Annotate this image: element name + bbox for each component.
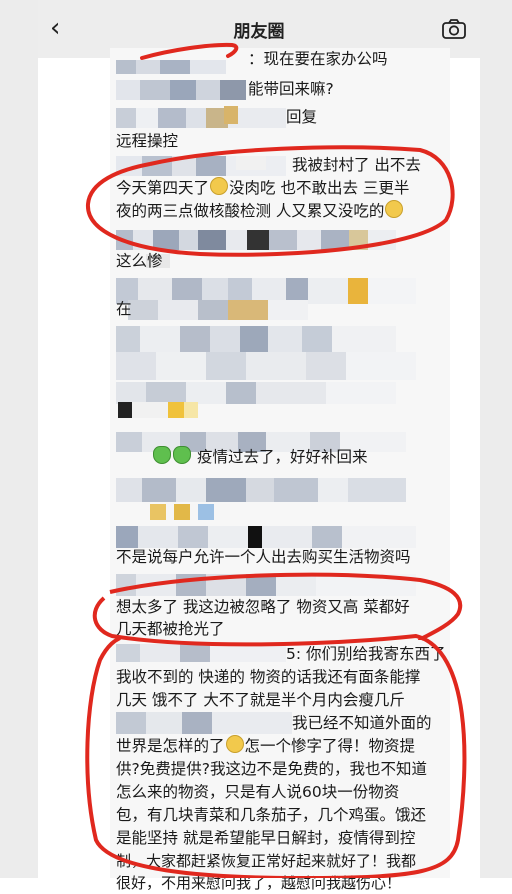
comment-text: 世界是怎样的了 怎一个惨字了得！物资提 bbox=[116, 735, 415, 757]
comment-text-part: 疫情过去了，好好补回来 bbox=[196, 448, 368, 466]
blurred-text bbox=[116, 352, 416, 380]
crying-face-icon bbox=[210, 177, 229, 195]
flexing-emoji-icon bbox=[153, 446, 171, 464]
comment-text: 在 bbox=[116, 300, 132, 318]
blurred-name bbox=[116, 712, 292, 734]
comment-text: 夜的两三点做核酸检测 人又累又没吃的 bbox=[116, 200, 404, 222]
blurred-name bbox=[116, 382, 396, 404]
comment-text-part: 没肉吃 也不敢出去 三更半 bbox=[229, 179, 410, 197]
comment-text: ：现在要在家办公吗 bbox=[248, 50, 388, 68]
blurred-name bbox=[116, 326, 396, 352]
blurred-name bbox=[116, 60, 226, 74]
comment-text: 这么惨 bbox=[116, 252, 163, 270]
blurred-name bbox=[116, 80, 246, 100]
comment-text: 包，有几块青菜和几条茄子，几个鸡蛋。饿还 bbox=[116, 806, 427, 824]
crying-face-icon bbox=[225, 735, 244, 753]
comment-text: 供?免费提供?我这边不是免费的，我也不知道 bbox=[116, 760, 427, 778]
comment-text: 能带回来嘛? bbox=[248, 80, 334, 98]
blurred-name bbox=[116, 478, 406, 502]
comment-text: 5: 你们别给我寄东西了 bbox=[286, 645, 446, 663]
comment-text: 怎么来的物资，只是有人说60块一份物资 bbox=[116, 783, 400, 801]
comment-text: 远程操控 bbox=[116, 132, 179, 150]
comment-text: 回复 bbox=[286, 108, 318, 126]
blurred-name bbox=[116, 108, 286, 128]
blurred-emoji bbox=[118, 402, 198, 418]
blurred-name bbox=[116, 526, 416, 548]
comment-text-part: 今天第四天了 bbox=[116, 179, 210, 197]
comment-text: 想太多了 我这边被忽略了 物资又高 菜都好 bbox=[116, 598, 410, 616]
comment-text: 制，大家都赶紧恢复正常好起来就好了！我都 bbox=[116, 852, 417, 870]
blurred-text bbox=[128, 300, 308, 320]
comment-text: 我收不到的 快递的 物资的话我还有面条能撑 bbox=[116, 668, 421, 686]
comment-text: 不是说每户允许一个人出去购买生活物资吗 bbox=[116, 548, 411, 566]
comment-text: 我已经不知道外面的 bbox=[292, 714, 432, 732]
blurred-name bbox=[116, 230, 397, 250]
crying-face-icon bbox=[385, 200, 404, 218]
comment-text: 几天 饿不了 大不了就是半个月内会瘦几斤 bbox=[116, 691, 405, 709]
comment-text: 很好，不用来慰问我了，越慰问我越伤心！ bbox=[116, 874, 402, 892]
comment-text-part: 夜的两三点做核酸检测 人又累又没吃的 bbox=[116, 202, 385, 220]
flexing-emoji-icon bbox=[173, 446, 191, 464]
camera-icon[interactable] bbox=[442, 18, 466, 40]
blurred-emoji bbox=[224, 106, 238, 124]
comment-text-part: 世界是怎样的了 bbox=[116, 737, 225, 755]
blurred-name bbox=[116, 574, 416, 596]
left-margin bbox=[0, 0, 38, 878]
blurred-emoji bbox=[236, 156, 266, 170]
comment-text: 是能坚持 就是希望能早日解封，疫情得到控 bbox=[116, 829, 416, 847]
comment-text: 几天都被抢光了 bbox=[116, 620, 225, 638]
comment-text: 我被封村了 出不去 bbox=[292, 156, 421, 174]
blurred-name bbox=[116, 644, 286, 662]
comment-text: 今天第四天了 没肉吃 也不敢出去 三更半 bbox=[116, 177, 409, 199]
comment-text: 疫情过去了，好好补回来 bbox=[152, 446, 367, 468]
comment-text-part: 怎一个惨字了得！物资提 bbox=[244, 737, 416, 755]
right-margin bbox=[480, 0, 512, 878]
page-title: 朋友圈 bbox=[233, 22, 285, 42]
blurred-emoji bbox=[150, 504, 230, 520]
